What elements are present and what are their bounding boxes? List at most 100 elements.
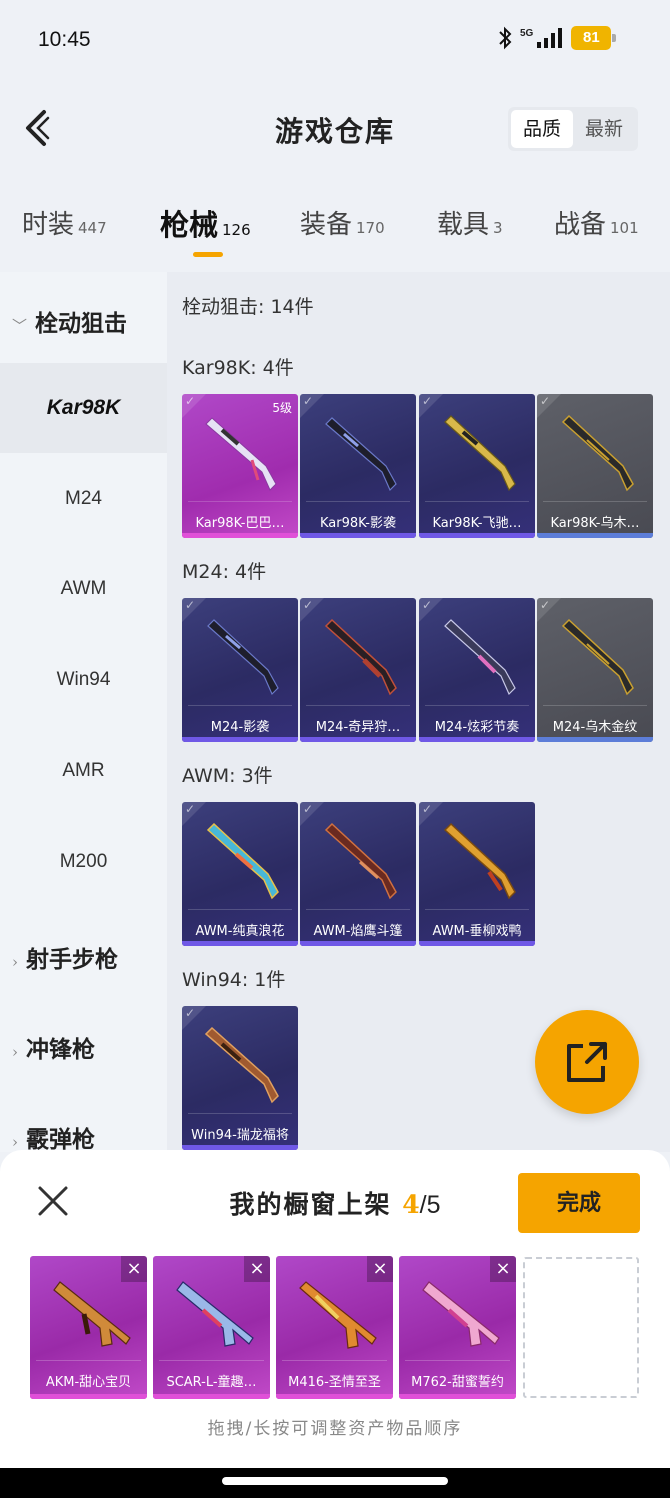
category-tabs: 时装 447 枪械 126 装备 170 载具 3 战备 101 [0,196,670,256]
sidebar-item-awm[interactable]: AWM [0,544,167,634]
tab-count: 170 [356,219,385,237]
network-label: 5G [520,27,534,39]
sidebar-group-label: 栓动狙击 [35,310,128,337]
weapon-name: M24-奇异狩… [315,720,401,735]
weapon-card[interactable]: 5级 Kar98K-巴巴… [182,394,298,538]
chevron-down-icon: ﹀ [12,317,28,335]
rifle-icon [422,1281,500,1347]
weapon-name: M24-炫彩节奏 [434,720,520,735]
sidebar-group-shotgun[interactable]: › 霰弹枪 [12,1120,95,1154]
weapon-name: Kar98K-乌木… [550,516,640,531]
sidebar-item-m24[interactable]: M24 [0,454,167,544]
share-button[interactable] [535,1010,639,1114]
tab-supplies[interactable]: 战备 101 [554,204,639,241]
rifle-icon [443,822,516,900]
done-button[interactable]: 完成 [518,1173,640,1233]
tab-equipment[interactable]: 装备 170 [300,204,385,241]
home-gesture-handle[interactable] [222,1477,448,1485]
tab-count: 447 [78,219,107,237]
sidebar-item-kar98k[interactable]: Kar98K [0,363,167,453]
showcase-count: 4 [402,1190,420,1219]
reorder-hint: 拖拽/长按可调整资产物品顺序 [207,1419,463,1439]
tab-count: 126 [222,221,251,239]
weapon-card[interactable]: Win94-瑞龙福将 [182,1006,298,1150]
rifle-icon [205,417,277,491]
rifle-icon [324,822,397,900]
showcase-item-name: SCAR-L-童趣… [166,1375,257,1390]
weapon-card[interactable]: M24-奇异狩… [300,598,416,742]
weapon-card[interactable]: M24-影袭 [182,598,298,742]
weapon-name: AWM-纯真浪花 [195,924,285,939]
category-count-header: 栓动狙击: 14件 [182,296,314,318]
chevron-right-icon: › [12,1043,18,1061]
weapon-card[interactable]: AWM-焰鹰斗篷 [300,802,416,946]
rifle-icon [561,414,634,492]
share-icon [567,1042,607,1082]
tab-label: 载具 [437,210,490,240]
section-label-kar98k: Kar98K: 4件 [182,357,294,379]
showcase-item-name: AKM-甜心宝贝 [45,1375,132,1390]
weapon-name: Win94-瑞龙福将 [191,1128,289,1143]
sidebar-item-amr[interactable]: AMR [0,726,167,816]
weapon-name: M24-影袭 [210,720,270,735]
weapon-card[interactable]: M24-乌木金纹 [537,598,653,742]
weapon-name: AWM-垂柳戏鸭 [432,924,522,939]
rifle-icon [325,417,397,492]
showcase-item-name: M762-甜蜜誓约 [411,1375,504,1390]
weapon-card[interactable]: Kar98K-乌木… [537,394,653,538]
status-time: 10:45 [38,28,91,51]
showcase-item[interactable]: × M762-甜蜜誓约 [399,1256,516,1399]
tab-label: 装备 [300,210,353,240]
sidebar-group-bolt-action[interactable]: ﹀ 栓动狙击 [12,304,127,338]
sidebar-item-win94[interactable]: Win94 [0,635,167,725]
weapon-name: M24-乌木金纹 [552,720,638,735]
sidebar-group-label: 霰弹枪 [26,1126,95,1153]
sidebar-group-smg[interactable]: › 冲锋枪 [12,1030,95,1064]
section-label-awm: AWM: 3件 [182,765,273,787]
status-bar: 10:45 5G 81 [0,0,670,80]
tab-fashion[interactable]: 时装 447 [22,204,107,241]
chevron-right-icon: › [12,953,18,971]
sort-quality-option[interactable]: 品质 [511,110,573,148]
rifle-icon [444,415,516,492]
active-tab-indicator [193,252,223,257]
rifle-icon [561,618,634,696]
rifle-icon [206,822,279,900]
weapon-card[interactable]: M24-炫彩节奏 [419,598,535,742]
tab-count: 101 [610,219,639,237]
sort-toggle[interactable]: 品质 最新 [508,107,638,151]
system-icons: 5G 81 [498,26,617,50]
tab-firearms[interactable]: 枪械 126 [160,202,251,244]
sidebar-group-label: 射手步枪 [26,946,118,973]
weapon-name: Kar98K-巴巴… [195,516,285,531]
showcase-item[interactable]: × AKM-甜心宝贝 [30,1256,147,1399]
empty-showcase-slot[interactable] [523,1257,639,1398]
weapon-card[interactable]: Kar98K-影袭 [300,394,416,538]
section-label-win94: Win94: 1件 [182,969,286,991]
section-label-m24: M24: 4件 [182,561,267,583]
tab-vehicles[interactable]: 载具 3 [437,204,503,241]
tab-label: 枪械 [160,208,219,242]
rifle-icon [204,1026,279,1104]
weapon-card[interactable]: AWM-纯真浪花 [182,802,298,946]
weapon-card[interactable]: Kar98K-飞驰… [419,394,535,538]
battery-indicator: 81 [571,26,617,50]
showcase-item[interactable]: × SCAR-L-童趣… [153,1256,270,1399]
sort-newest-option[interactable]: 最新 [573,110,635,148]
sidebar-item-m200[interactable]: M200 [0,817,167,907]
weapon-card[interactable]: AWM-垂柳戏鸭 [419,802,535,946]
chevron-right-icon: › [12,1133,18,1151]
rifle-icon [53,1281,131,1347]
sidebar-group-label: 冲锋枪 [26,1036,95,1063]
showcase-item[interactable]: × M416-圣情至圣 [276,1256,393,1399]
tab-count: 3 [493,219,503,237]
signal-icon [537,28,563,48]
weapon-sidebar: ﹀ 栓动狙击 Kar98K M24 AWM Win94 AMR M200 › 射手步… [0,272,167,1154]
sidebar-group-marksman[interactable]: › 射手步枪 [12,940,118,974]
showcase-total: /5 [419,1191,441,1219]
showcase-item-name: M416-圣情至圣 [288,1375,381,1390]
rifle-icon [444,619,516,696]
rifle-icon [324,618,397,696]
weapon-name: Kar98K-影袭 [319,516,396,531]
weapon-name: AWM-焰鹰斗篷 [313,924,403,939]
